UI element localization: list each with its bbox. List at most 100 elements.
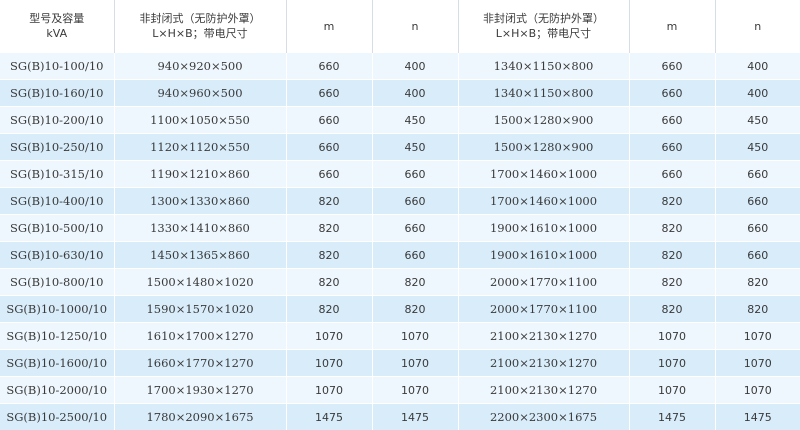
m-1-cell: 1475 [286, 403, 373, 430]
n-1-cell: 660 [372, 214, 459, 242]
m-2-cell: 820 [629, 214, 716, 242]
header-dimensions-1: 非封闭式（无防护外罩） L×H×B；带电尺寸 [114, 0, 287, 53]
dimensions-1-cell: 1330×1410×860 [114, 214, 287, 242]
dimensions-1-cell: 1700×1930×1270 [114, 376, 287, 404]
dimensions-1-cell: 1300×1330×860 [114, 187, 287, 215]
table-row: SG(B)10-315/10 1190×1210×860 660 660 1700×14… [0, 160, 800, 188]
m-1-cell: 1070 [286, 349, 373, 377]
header-row: 型号及容量 kVA 非封闭式（无防护外罩） L×H×B；带电尺寸 m n 非封闭… [0, 0, 800, 53]
model-cell: SG(B)10-250/10 [0, 133, 115, 161]
table-row: SG(B)10-800/10 1500×1480×1020 820 820 2000×1… [0, 268, 800, 296]
m-2-cell: 660 [629, 79, 716, 107]
m-2-cell: 660 [629, 106, 716, 134]
n-1-cell: 1475 [372, 403, 459, 430]
dimensions-2-cell: 2200×2300×1675 [458, 403, 630, 430]
dimensions-2-cell: 1500×1280×900 [458, 106, 630, 134]
n-2-cell: 400 [715, 52, 800, 80]
n-2-cell: 660 [715, 187, 800, 215]
header-dim1-subtitle: L×H×B；带电尺寸 [152, 27, 248, 40]
dimensions-2-cell: 2100×2130×1270 [458, 349, 630, 377]
dimensions-2-cell: 1900×1610×1000 [458, 214, 630, 242]
n-1-cell: 820 [372, 295, 459, 323]
header-n-2: n [715, 0, 800, 53]
n-2-cell: 1475 [715, 403, 800, 430]
dimensions-2-cell: 1500×1280×900 [458, 133, 630, 161]
header-model-capacity: 型号及容量 kVA [0, 0, 115, 53]
dimensions-1-cell: 1660×1770×1270 [114, 349, 287, 377]
header-dim1-title: 非封闭式（无防护外罩） [139, 12, 261, 25]
header-model-label: 型号及容量 [29, 12, 85, 25]
m-2-cell: 1070 [629, 322, 716, 350]
m-2-cell: 820 [629, 268, 716, 296]
m-1-cell: 820 [286, 214, 373, 242]
header-m-1: m [286, 0, 373, 53]
dimensions-1-cell: 1500×1480×1020 [114, 268, 287, 296]
m-1-cell: 1070 [286, 376, 373, 404]
table-row: SG(B)10-500/10 1330×1410×860 820 660 1900×16… [0, 214, 800, 242]
m-2-cell: 820 [629, 295, 716, 323]
n-1-cell: 1070 [372, 322, 459, 350]
n-2-cell: 450 [715, 106, 800, 134]
spec-table: 型号及容量 kVA 非封闭式（无防护外罩） L×H×B；带电尺寸 m n 非封闭… [0, 0, 800, 430]
m-1-cell: 820 [286, 187, 373, 215]
dimensions-2-cell: 2000×1770×1100 [458, 268, 630, 296]
header-dim2-title: 非封闭式（无防护外罩） [483, 12, 604, 25]
model-cell: SG(B)10-500/10 [0, 214, 115, 242]
m-1-cell: 660 [286, 79, 373, 107]
m-1-cell: 1070 [286, 322, 373, 350]
m-2-cell: 820 [629, 241, 716, 269]
model-cell: SG(B)10-100/10 [0, 52, 115, 80]
table-row: SG(B)10-160/10 940×960×500 660 400 1340×1150… [0, 79, 800, 107]
dimensions-1-cell: 1590×1570×1020 [114, 295, 287, 323]
n-2-cell: 820 [715, 295, 800, 323]
n-2-cell: 820 [715, 268, 800, 296]
model-cell: SG(B)10-2000/10 [0, 376, 115, 404]
table-row: SG(B)10-400/10 1300×1330×860 820 660 1700×14… [0, 187, 800, 215]
header-dim2-subtitle: L×H×B；带电尺寸 [495, 27, 592, 40]
n-2-cell: 450 [715, 133, 800, 161]
model-cell: SG(B)10-800/10 [0, 268, 115, 296]
model-cell: SG(B)10-1250/10 [0, 322, 115, 350]
m-1-cell: 820 [286, 268, 373, 296]
header-m-2: m [629, 0, 716, 53]
table-row: SG(B)10-250/10 1120×1120×550 660 450 1500×12… [0, 133, 800, 161]
n-1-cell: 660 [372, 241, 459, 269]
header-n-1: n [372, 0, 459, 53]
model-cell: SG(B)10-1000/10 [0, 295, 115, 323]
model-cell: SG(B)10-400/10 [0, 187, 115, 215]
m-1-cell: 820 [286, 241, 373, 269]
m-2-cell: 820 [629, 187, 716, 215]
n-2-cell: 400 [715, 79, 800, 107]
table-header: 型号及容量 kVA 非封闭式（无防护外罩） L×H×B；带电尺寸 m n 非封闭… [0, 0, 800, 53]
n-1-cell: 400 [372, 52, 459, 80]
n-2-cell: 1070 [715, 322, 800, 350]
model-cell: SG(B)10-315/10 [0, 160, 115, 188]
m-2-cell: 660 [629, 133, 716, 161]
dimensions-2-cell: 1340×1150×800 [458, 79, 630, 107]
n-1-cell: 400 [372, 79, 459, 107]
n-2-cell: 1070 [715, 349, 800, 377]
dimensions-2-cell: 2100×2130×1270 [458, 376, 630, 404]
m-2-cell: 1475 [629, 403, 716, 430]
dimensions-1-cell: 1780×2090×1675 [114, 403, 287, 430]
n-2-cell: 660 [715, 214, 800, 242]
n-1-cell: 450 [372, 106, 459, 134]
table-row: SG(B)10-630/10 1450×1365×860 820 660 1900×16… [0, 241, 800, 269]
dimensions-2-cell: 1700×1460×1000 [458, 160, 630, 188]
model-cell: SG(B)10-2500/10 [0, 403, 115, 430]
table-row: SG(B)10-2500/10 1780×2090×1675 1475 1475 220… [0, 403, 800, 430]
m-2-cell: 660 [629, 52, 716, 80]
model-cell: SG(B)10-200/10 [0, 106, 115, 134]
m-2-cell: 1070 [629, 349, 716, 377]
dimensions-2-cell: 1900×1610×1000 [458, 241, 630, 269]
dimensions-1-cell: 940×920×500 [114, 52, 287, 80]
dimensions-2-cell: 2000×1770×1100 [458, 295, 630, 323]
table-row: SG(B)10-1000/10 1590×1570×1020 820 820 2000×… [0, 295, 800, 323]
m-1-cell: 660 [286, 106, 373, 134]
n-1-cell: 660 [372, 160, 459, 188]
n-2-cell: 660 [715, 241, 800, 269]
dimensions-1-cell: 1120×1120×550 [114, 133, 287, 161]
n-1-cell: 820 [372, 268, 459, 296]
m-1-cell: 660 [286, 160, 373, 188]
dimensions-1-cell: 940×960×500 [114, 79, 287, 107]
